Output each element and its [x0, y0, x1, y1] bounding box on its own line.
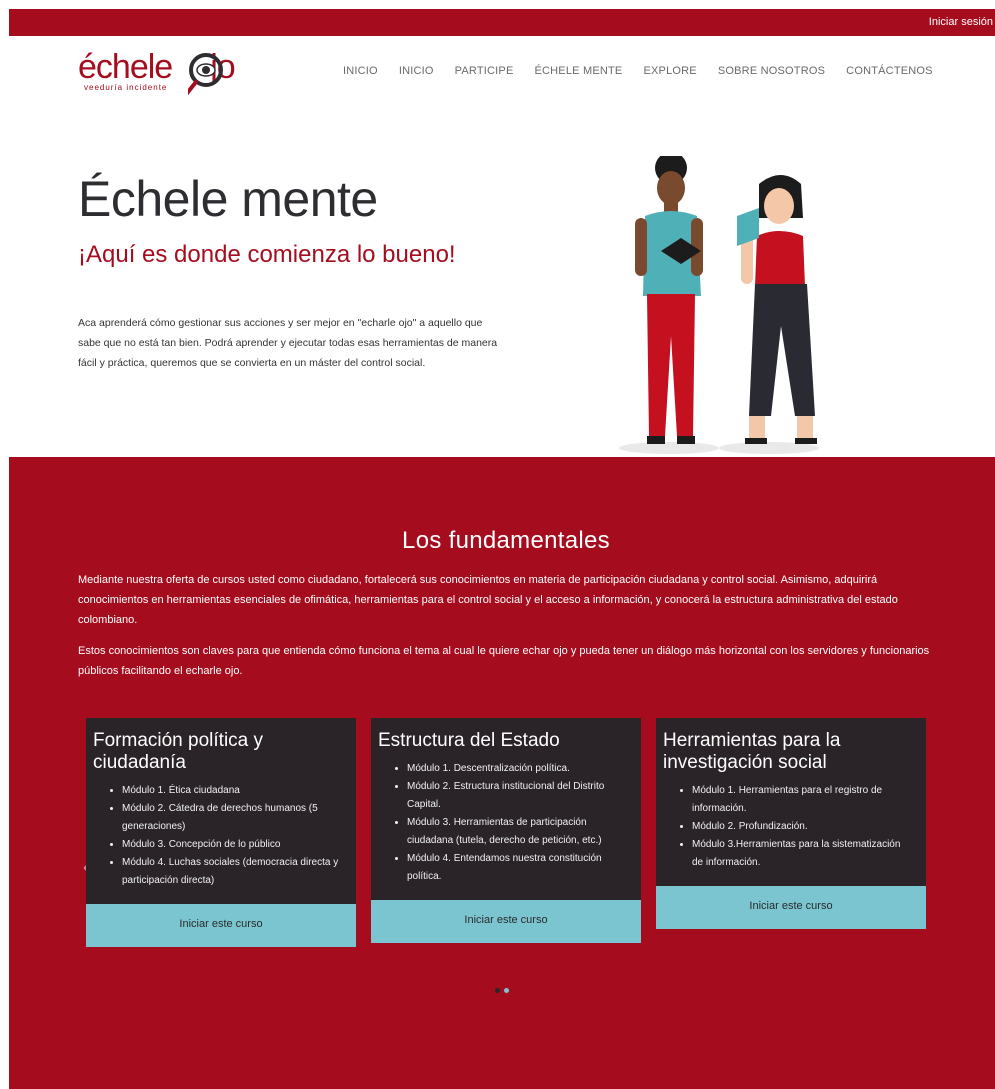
- course-modules: Módulo 1. Herramientas para el registro …: [656, 774, 926, 886]
- nav-item-contactenos[interactable]: CONTÁCTENOS: [846, 65, 933, 77]
- nav-item-echele-mente[interactable]: ÉCHELE MENTE: [534, 65, 622, 77]
- hero-paragraph: Aca aprenderá cómo gestionar sus accione…: [78, 317, 498, 369]
- course-module: Módulo 4. Luchas sociales (democracia di…: [122, 854, 344, 890]
- hero-subtitle: ¡Aquí es donde comienza lo bueno!: [78, 241, 456, 268]
- reading-people-illustration: [619, 156, 819, 454]
- course-module: Módulo 2. Profundización.: [692, 818, 914, 836]
- fundamentals-section: Los fundamentales Mediante nuestra ofert…: [9, 457, 995, 1089]
- start-course-button[interactable]: Iniciar este curso: [656, 886, 926, 929]
- hero-section: Échele mente ¡Aquí es donde comienza lo …: [9, 106, 995, 457]
- course-card: Estructura del Estado Módulo 1. Descentr…: [371, 718, 641, 943]
- nav-item-sobre-nosotros[interactable]: SOBRE NOSOTROS: [718, 65, 825, 77]
- nav-item-inicio[interactable]: INICIO: [343, 65, 378, 77]
- course-module: Módulo 3. Concepción de lo público: [122, 836, 344, 854]
- course-module: Módulo 3. Herramientas de participación …: [407, 814, 629, 850]
- fundamentals-intro-2: Estos conocimientos son claves para que …: [78, 645, 930, 677]
- course-module: Módulo 1. Descentralización política.: [407, 760, 629, 778]
- start-course-button[interactable]: Iniciar este curso: [86, 904, 356, 947]
- course-module: Módulo 2. Estructura institucional del D…: [407, 778, 629, 814]
- course-module: Módulo 4. Entendamos nuestra constitució…: [407, 850, 629, 886]
- nav-item-inicio-2[interactable]: INICIO: [399, 65, 434, 77]
- fundamentals-title: Los fundamentales: [402, 527, 610, 554]
- page-frame: Iniciar sesión échele jo veeduría inciden…: [9, 9, 995, 1089]
- course-title: Herramientas para la investigación socia…: [663, 730, 841, 773]
- course-title: Estructura del Estado: [378, 730, 560, 751]
- header: échele jo veeduría incidente INICIO INICI…: [9, 36, 995, 106]
- course-module: Módulo 2. Cátedra de derechos humanos (5…: [122, 800, 344, 836]
- course-module: Módulo 1. Ética ciudadana: [122, 782, 344, 800]
- logo-subtitle: veeduría incidente: [84, 83, 168, 92]
- carousel-dot[interactable]: [504, 988, 509, 993]
- site-logo[interactable]: échele jo veeduría incidente: [78, 48, 268, 110]
- nav-item-explore[interactable]: EXPLORE: [643, 65, 696, 77]
- start-course-button[interactable]: Iniciar este curso: [371, 900, 641, 943]
- course-card: Herramientas para la investigación socia…: [656, 718, 926, 929]
- course-module: Módulo 3.Herramientas para la sistematiz…: [692, 836, 914, 872]
- course-modules: Módulo 1. Descentralización política. Mó…: [371, 752, 641, 900]
- carousel-dots: [495, 988, 509, 993]
- page-title: Échele mente: [78, 171, 378, 227]
- top-bar: Iniciar sesión: [9, 9, 995, 36]
- fundamentals-intro: Mediante nuestra oferta de cursos usted …: [78, 574, 898, 626]
- carousel-dot[interactable]: [495, 988, 500, 993]
- course-module: Módulo 1. Herramientas para el registro …: [692, 782, 914, 818]
- nav-item-participe[interactable]: PARTICIPE: [455, 65, 514, 77]
- course-title: Formación política y ciudadanía: [93, 730, 264, 773]
- main-nav: INICIO INICIO PARTICIPE ÉCHELE MENTE EXP…: [343, 65, 954, 77]
- magnifier-eye-icon: [188, 53, 223, 96]
- course-card: Formación política y ciudadanía Módulo 1…: [86, 718, 356, 947]
- course-modules: Módulo 1. Ética ciudadana Módulo 2. Cáte…: [86, 774, 356, 904]
- login-link[interactable]: Iniciar sesión: [929, 16, 993, 28]
